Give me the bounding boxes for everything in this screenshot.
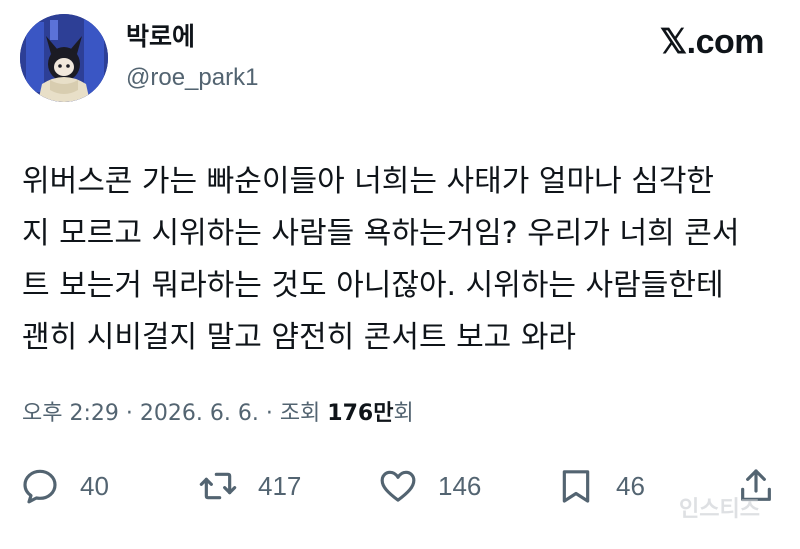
tweet-line: 지 모르고 시위하는 사람들 욕하는거임? 우리가 너희 콘서 bbox=[22, 216, 740, 251]
separator: · bbox=[118, 401, 140, 426]
timestamp-date[interactable]: 2026. 6. 6. bbox=[140, 401, 259, 426]
reply-count: 40 bbox=[80, 470, 109, 501]
tweet-text: 위버스콘 가는 빠순이들아 너희는 사태가 얼마나 심각한 지 모르고 시위하는… bbox=[22, 156, 782, 364]
bookmark-icon bbox=[562, 470, 590, 503]
like-count: 146 bbox=[438, 470, 482, 501]
reply-icon bbox=[23, 469, 57, 504]
tweet-line: 괜히 시비걸지 말고 얌전히 콘서트 보고 와라 bbox=[22, 320, 577, 355]
separator: · bbox=[258, 401, 280, 426]
like-button[interactable]: 146 bbox=[378, 462, 481, 510]
display-name[interactable]: 박로에 bbox=[126, 20, 195, 54]
handle[interactable]: @roe_park1 bbox=[126, 62, 258, 94]
tweet-line: 트 보는거 뭐라하는 것도 아니잖아. 시위하는 사람들한테 bbox=[22, 268, 724, 303]
repost-button[interactable]: 417 bbox=[198, 462, 301, 510]
avatar[interactable] bbox=[20, 14, 108, 102]
repost-icon bbox=[199, 472, 237, 500]
bookmark-count: 46 bbox=[616, 470, 645, 501]
views-label: 조회 bbox=[279, 401, 328, 426]
reply-button[interactable]: 40 bbox=[20, 462, 109, 510]
repost-count: 417 bbox=[258, 470, 302, 501]
x-logo: 𝕏.com bbox=[659, 23, 765, 61]
bookmark-button[interactable]: 46 bbox=[556, 462, 645, 510]
tweet-meta: 오후 2:29 · 2026. 6. 6. · 조회 176만회 bbox=[22, 394, 414, 434]
like-icon bbox=[380, 470, 416, 502]
tweet-line: 위버스콘 가는 빠순이들아 너희는 사태가 얼마나 심각한 bbox=[22, 164, 715, 199]
views-suffix: 회 bbox=[393, 401, 414, 426]
timestamp-time[interactable]: 오후 2:29 bbox=[22, 401, 119, 426]
watermark: 인스티즈 bbox=[679, 497, 760, 522]
avatar-illustration bbox=[20, 14, 108, 102]
views-count: 176만 bbox=[327, 401, 394, 426]
